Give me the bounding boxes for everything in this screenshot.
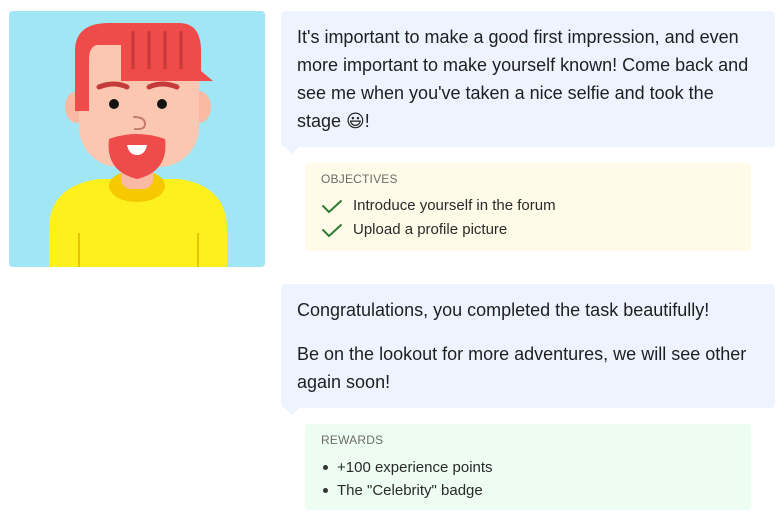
- objective-item: Introduce yourself in the forum: [321, 193, 735, 217]
- rewards-list: +100 experience points The "Celebrity" b…: [321, 456, 735, 502]
- objective-label: Upload a profile picture: [353, 220, 508, 238]
- reward-label: The "Celebrity" badge: [337, 482, 483, 499]
- reward-label: +100 experience points: [337, 459, 493, 476]
- bullet-icon: [323, 465, 328, 470]
- check-icon: [322, 224, 342, 237]
- objectives-panel: OBJECTIVES Introduce yourself in the for…: [305, 163, 751, 251]
- reward-item: The "Celebrity" badge: [321, 479, 735, 502]
- objective-item: Upload a profile picture: [321, 217, 735, 241]
- check-icon: [322, 200, 342, 213]
- message-text: Be on the lookout for more adventures, w…: [297, 344, 747, 392]
- objectives-list: Introduce yourself in the forum Upload a…: [321, 193, 735, 241]
- npc-message-intro: It's important to make a good first impr…: [281, 11, 775, 154]
- reward-item: +100 experience points: [321, 456, 735, 479]
- message-text: Congratulations, you completed the task …: [297, 300, 710, 320]
- npc-message-complete: Congratulations, you completed the task …: [281, 284, 775, 415]
- bearded-man-avatar-icon: [9, 11, 265, 267]
- rewards-title: REWARDS: [321, 433, 384, 447]
- avatar: [9, 11, 265, 267]
- objective-label: Introduce yourself in the forum: [353, 196, 556, 214]
- rewards-panel: REWARDS +100 experience points The "Cele…: [305, 424, 751, 510]
- objectives-title: OBJECTIVES: [321, 172, 398, 186]
- message-text: It's important to make a good first impr…: [297, 27, 749, 131]
- bullet-icon: [323, 488, 328, 493]
